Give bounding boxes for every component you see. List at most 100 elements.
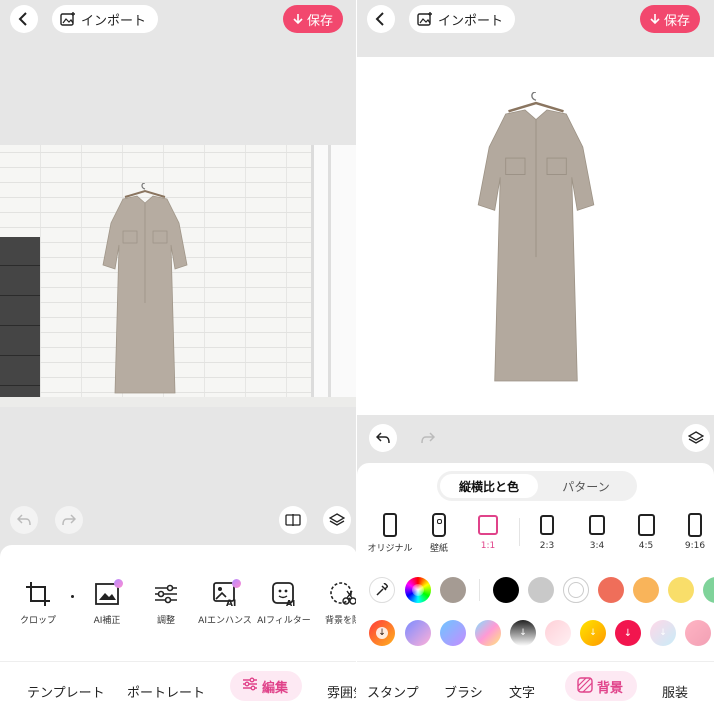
- crop-icon: [26, 582, 50, 606]
- undo-icon: [376, 432, 390, 444]
- undo-button[interactable]: [10, 506, 38, 534]
- gradient-pastel[interactable]: ↓: [650, 620, 676, 646]
- ratio-2-3[interactable]: 2:3: [522, 513, 572, 551]
- ratio-9-16-icon: [688, 513, 702, 537]
- tool-ai-correct[interactable]: AI補正: [77, 577, 137, 626]
- background-pattern-icon: [577, 677, 593, 693]
- swatch-coral[interactable]: [598, 577, 624, 603]
- tool-adjust[interactable]: 調整: [136, 577, 196, 626]
- ratio-3-4[interactable]: 3:4: [572, 513, 622, 551]
- tab-brush[interactable]: ブラシ: [444, 682, 483, 701]
- ratio-9-16[interactable]: 9:16: [670, 513, 714, 551]
- cutout-canvas[interactable]: [357, 57, 714, 415]
- save-button[interactable]: 保存: [639, 5, 700, 33]
- tool-ai-filter[interactable]: AI AIフィルター: [254, 577, 314, 626]
- gradient-blue-violet[interactable]: [440, 620, 466, 646]
- gradient-purple-pink[interactable]: [405, 620, 431, 646]
- ratio-label: 壁紙: [429, 544, 448, 554]
- tab-text[interactable]: 文字: [509, 682, 535, 701]
- chevron-left-icon: [18, 12, 27, 26]
- redo-button[interactable]: [55, 506, 83, 534]
- ratio-label: 4:5: [638, 541, 654, 551]
- bottom-tab-bar: テンプレート ポートレート 編集 雰囲気: [0, 661, 357, 721]
- image-add-icon: [60, 12, 75, 26]
- tool-ai-enhance[interactable]: AI AIエンハンス: [195, 577, 255, 626]
- tab-template[interactable]: テンプレート: [27, 682, 105, 701]
- tool-remove-bg[interactable]: 背景を除: [313, 577, 357, 626]
- ratio-4-5[interactable]: 4:5: [621, 513, 671, 551]
- save-button[interactable]: 保存: [282, 5, 343, 33]
- editor-panel-right: インポート 保存 縦横比と色 パターン オリジナル 壁紙 1:1 2:3 3:4…: [357, 0, 714, 721]
- tool-crop[interactable]: クロップ: [8, 577, 68, 626]
- segment-aspect-color[interactable]: 縦横比と色: [440, 474, 538, 498]
- redo-button[interactable]: [414, 424, 442, 452]
- swatch-white[interactable]: [563, 577, 589, 603]
- undo-button[interactable]: [369, 424, 397, 452]
- swatch-gray[interactable]: [528, 577, 554, 603]
- redo-icon: [62, 514, 76, 526]
- bottom-tab-bar: スタンプ ブラシ 文字 背景 服装: [357, 661, 714, 721]
- gradient-yellow[interactable]: ↓: [580, 620, 606, 646]
- import-button[interactable]: インポート: [409, 5, 516, 33]
- ratio-wallpaper[interactable]: 壁紙: [414, 513, 464, 554]
- undo-icon: [17, 514, 31, 526]
- compare-icon: [285, 514, 301, 526]
- compare-button[interactable]: [279, 506, 307, 534]
- dresser: [0, 237, 40, 407]
- segment-control: 縦横比と色 パターン: [437, 471, 637, 501]
- swatch-black[interactable]: [493, 577, 519, 603]
- swatch-sampled[interactable]: [440, 577, 466, 603]
- ratio-4-5-icon: [637, 514, 655, 536]
- gradient-rose[interactable]: [685, 620, 711, 646]
- import-button[interactable]: インポート: [52, 5, 159, 33]
- tool-label: 背景を除: [324, 616, 357, 626]
- tool-sheet: クロップ AI補正 調整 AI AIエンハンス AI AIフィルター 背景を除: [0, 545, 357, 721]
- tab-background[interactable]: 背景: [565, 671, 638, 701]
- segment-pattern[interactable]: パターン: [537, 474, 635, 498]
- redo-icon: [421, 432, 435, 444]
- color-wheel-button[interactable]: [405, 577, 431, 603]
- layers-icon: [688, 431, 704, 444]
- swatch-orange[interactable]: [633, 577, 659, 603]
- photo-canvas[interactable]: [0, 145, 357, 407]
- tool-row: クロップ AI補正 調整 AI AIエンハンス AI AIフィルター 背景を除: [0, 577, 357, 647]
- tab-portrait[interactable]: ポートレート: [127, 682, 205, 701]
- swatch-yellow[interactable]: [668, 577, 694, 603]
- gradient-magenta[interactable]: ↓: [615, 620, 641, 646]
- ratio-2-3-icon: [540, 515, 554, 535]
- tab-edit[interactable]: 編集: [230, 671, 303, 701]
- ratio-1-1[interactable]: 1:1: [463, 513, 513, 551]
- remove-bg-icon: [330, 582, 357, 605]
- ratio-label: オリジナル: [367, 544, 413, 554]
- back-button[interactable]: [10, 5, 38, 33]
- ratio-original[interactable]: オリジナル: [365, 513, 415, 554]
- gradient-light-pink[interactable]: [545, 620, 571, 646]
- layers-button[interactable]: [682, 424, 710, 452]
- tab-clothing[interactable]: 服装: [662, 682, 688, 701]
- tab-stamp[interactable]: スタンプ: [367, 682, 419, 701]
- download-arrow-icon: [650, 14, 660, 25]
- tab-atmosphere[interactable]: 雰囲気: [327, 682, 357, 701]
- ratio-original-icon: [383, 513, 397, 537]
- color-divider: [479, 579, 480, 601]
- eyedropper-button[interactable]: [369, 577, 395, 603]
- layers-button[interactable]: [323, 506, 351, 534]
- import-label: インポート: [438, 13, 504, 29]
- download-arrow-icon: [293, 14, 303, 25]
- dress-cutout-image: [477, 92, 595, 382]
- phone-icon: [432, 513, 446, 537]
- swatch-green[interactable]: [703, 577, 714, 603]
- save-label: 保存: [663, 13, 690, 29]
- background-sheet: 縦横比と色 パターン オリジナル 壁紙 1:1 2:3 3:4 4:5 9:16…: [357, 463, 714, 721]
- save-label: 保存: [306, 13, 333, 29]
- gradient-red-orange[interactable]: ↓: [369, 620, 395, 646]
- tool-label: AI補正: [93, 616, 121, 626]
- eyedropper-icon: [376, 583, 388, 596]
- ratio-label: 9:16: [684, 541, 706, 551]
- adjust-sliders-icon: [155, 584, 177, 604]
- gradient-black-white[interactable]: ↓: [510, 620, 536, 646]
- tool-label: AIエンハンス: [198, 616, 252, 626]
- gradient-rainbow[interactable]: [475, 620, 501, 646]
- back-button[interactable]: [367, 5, 395, 33]
- tab-background-label: 背景: [597, 681, 624, 696]
